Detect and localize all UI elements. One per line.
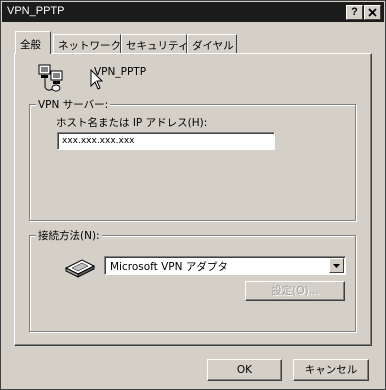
tab-network[interactable]: ネットワーク (53, 34, 121, 53)
mouse-cursor-icon (90, 69, 104, 90)
tab-dialing[interactable]: ダイヤル (187, 34, 237, 53)
help-button[interactable]: ? (346, 5, 363, 20)
vpn-server-group: VPN サーバー: ホスト名または IP アドレス(H): xxx.xxx.xx… (29, 97, 356, 221)
device-select[interactable]: Microsoft VPN アダプタ (104, 256, 346, 275)
connect-using-group: 接続方法(N): Microsoft VPN アダプタ 設定(O)... (29, 228, 356, 332)
device-select-value: Microsoft VPN アダプタ (110, 261, 228, 273)
tab-panel-general: VPN_PPTP VPN サーバー: ホスト名または IP アドレス(H): x… (14, 53, 372, 346)
chevron-down-icon (333, 264, 340, 268)
configure-button[interactable]: 設定(O)... (245, 281, 345, 301)
window-title: VPN_PPTP (7, 5, 65, 17)
network-connection-icon (38, 64, 63, 92)
close-button[interactable] (364, 5, 381, 20)
vpn-server-group-label: VPN サーバー: (36, 97, 111, 112)
ok-button[interactable]: OK (207, 359, 282, 381)
cancel-button[interactable]: キャンセル (293, 359, 369, 381)
host-input[interactable]: xxx.xxx.xxx.xxx (57, 132, 275, 150)
close-icon (368, 8, 377, 17)
connect-using-group-label: 接続方法(N): (36, 228, 102, 243)
dialog-window: VPN_PPTP ? 全般 ネットワーク セキュリティ ダイヤル VPN_PPT… (0, 0, 386, 390)
title-bar[interactable]: VPN_PPTP ? (2, 2, 384, 22)
host-label: ホスト名または IP アドレス(H): (56, 117, 208, 129)
tab-general[interactable]: 全般 (15, 31, 51, 54)
tab-security[interactable]: セキュリティ (121, 34, 188, 53)
device-select-dropdown-button[interactable] (329, 258, 344, 273)
modem-device-icon (64, 259, 96, 278)
